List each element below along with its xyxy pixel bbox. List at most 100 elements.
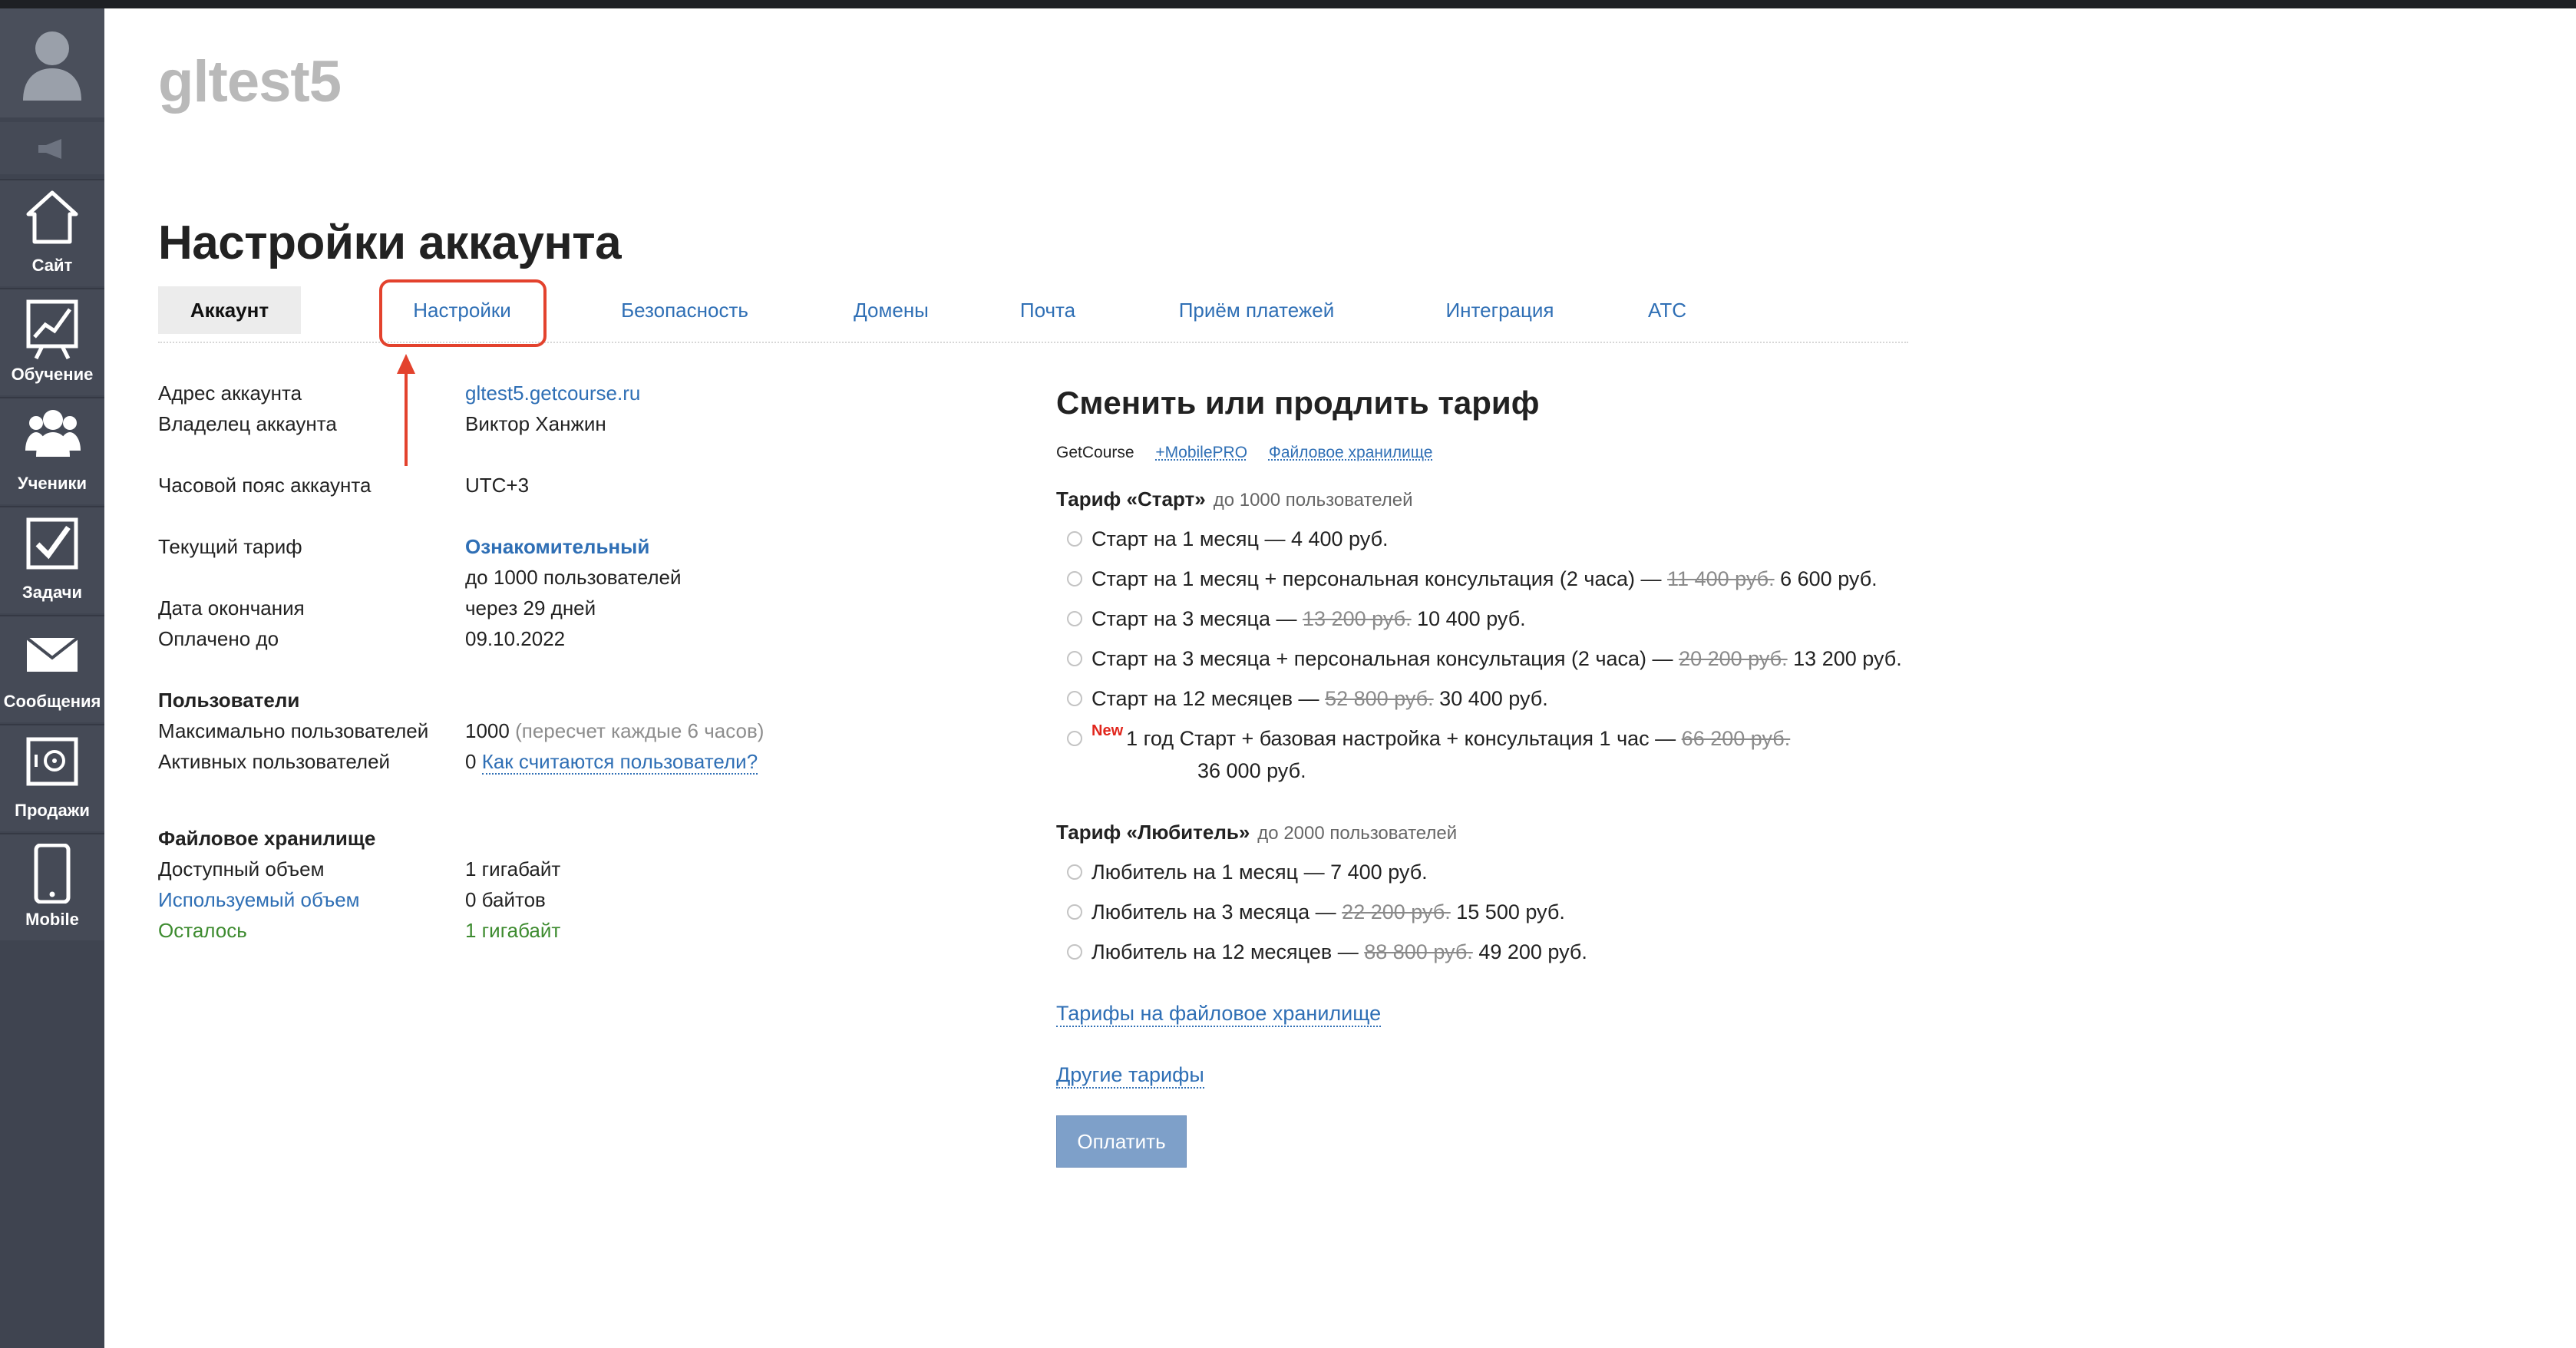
tab-account[interactable]: Аккаунт	[158, 286, 301, 334]
radio-button[interactable]	[1067, 943, 1082, 960]
used-storage-value: 0 байтов	[465, 888, 546, 911]
option-text: Старт на 3 месяца —	[1091, 607, 1297, 630]
special-new-price: 36 000 руб.	[1197, 759, 1306, 782]
tariff-option[interactable]: Старт на 1 месяц + персональная консульт…	[1067, 567, 1878, 591]
old-price: 66 200 руб.	[1681, 727, 1791, 750]
current-tariff-link[interactable]: Ознакомительный	[465, 535, 649, 559]
sidebar-item-label: Продажи	[15, 801, 90, 820]
tab-integration[interactable]: Интеграция	[1423, 286, 1577, 334]
sidebar-item-site[interactable]: Сайт	[0, 179, 104, 286]
end-date-value: через 29 дней	[465, 596, 596, 619]
category-getcourse[interactable]: GetCourse	[1056, 444, 1134, 461]
page-title: Настройки аккаунта	[158, 216, 622, 269]
other-tariffs-link[interactable]: Другие тарифы	[1056, 1063, 1204, 1089]
new-price: 10 400 руб.	[1417, 607, 1526, 630]
tab-payments[interactable]: Приём платежей	[1145, 286, 1368, 334]
pay-button[interactable]: Оплатить	[1056, 1115, 1187, 1168]
account-owner-label: Владелец аккаунта	[158, 412, 337, 435]
old-price: 88 800 руб.	[1364, 940, 1473, 963]
tab-domains[interactable]: Домены	[834, 286, 949, 334]
sidebar-item-label: Задачи	[22, 583, 82, 602]
file-storage-tariffs-link[interactable]: Тарифы на файловое хранилище	[1056, 1002, 1382, 1027]
max-users-note: (пересчет каждые 6 часов)	[515, 719, 765, 742]
radio-button[interactable]	[1067, 904, 1082, 920]
tariff-option-special[interactable]: New 1 год Старт + базовая настройка + кон…	[1067, 722, 1791, 751]
end-date-label: Дата окончания	[158, 596, 305, 619]
new-price: 6 600 руб.	[1780, 567, 1878, 590]
tariff-option[interactable]: Любитель на 12 месяцев — 88 800 руб. 49 …	[1067, 940, 1587, 964]
current-tariff-users: до 1000 пользователей	[465, 566, 682, 589]
sidebar-item-tasks[interactable]: Задачи	[0, 506, 104, 613]
tab-mail[interactable]: Почта	[1006, 286, 1090, 334]
sidebar-item-learning[interactable]: Обучение	[0, 288, 104, 395]
max-users-label: Максимально пользователей	[158, 719, 429, 742]
announcements-toggle[interactable]	[0, 122, 104, 174]
option-text: Старт на 3 месяца + персональная консуль…	[1091, 647, 1673, 670]
plan-amateur-heading: Тариф «Любитель» до 2000 пользователей	[1056, 821, 1457, 844]
tariff-option[interactable]: Старт на 3 месяца + персональная консуль…	[1067, 647, 1902, 671]
radio-button[interactable]	[1067, 610, 1082, 626]
old-price: 52 800 руб.	[1325, 687, 1434, 710]
paid-until-label: Оплачено до	[158, 627, 279, 650]
chart-icon	[26, 299, 78, 360]
safe-icon	[26, 737, 78, 786]
max-users-number: 1000	[465, 719, 510, 742]
tariff-option[interactable]: Старт на 12 месяцев — 52 800 руб. 30 400…	[1067, 687, 1548, 711]
megaphone-icon	[38, 139, 61, 159]
active-users-label: Активных пользователей	[158, 750, 391, 773]
plan-start-sub: до 1000 пользователей	[1213, 490, 1413, 510]
plan-amateur-name: Тариф «Любитель»	[1056, 821, 1250, 844]
main-content: gltest5 Настройки аккаунта Аккаунт Настр…	[104, 8, 2576, 1348]
tariff-categories: GetCourse +MobilePRO Файловое хранилище	[1056, 444, 1449, 462]
option-text: Любитель на 1 месяц — 7 400 руб.	[1091, 861, 1428, 884]
top-bar	[0, 0, 2576, 8]
tab-ats[interactable]: АТС	[1629, 286, 1706, 334]
old-price: 13 200 руб.	[1303, 607, 1412, 630]
radio-button[interactable]	[1067, 530, 1082, 547]
home-icon	[26, 190, 78, 244]
sidebar-item-students[interactable]: Ученики	[0, 397, 104, 504]
sidebar-item-messages[interactable]: Сообщения	[0, 615, 104, 722]
radio-button[interactable]	[1067, 864, 1082, 880]
envelope-icon	[25, 636, 79, 672]
timezone-value: UTC+3	[465, 474, 530, 497]
radio-button[interactable]	[1067, 650, 1082, 666]
users-icon	[25, 410, 81, 457]
active-users-number: 0	[465, 750, 477, 773]
tariff-option[interactable]: Старт на 3 месяца — 13 200 руб. 10 400 р…	[1067, 607, 1526, 631]
account-address-link[interactable]: gltest5.getcourse.ru	[465, 382, 640, 405]
category-file-storage[interactable]: Файловое хранилище	[1269, 444, 1433, 461]
used-storage-link[interactable]: Используемый объем	[158, 888, 360, 912]
plan-start-name: Тариф «Старт»	[1056, 487, 1206, 510]
storage-heading: Файловое хранилище	[158, 827, 376, 850]
tariff-option[interactable]: Старт на 1 месяц — 4 400 руб.	[1067, 527, 1389, 551]
sidebar-item-label: Ученики	[17, 474, 88, 493]
tariff-option[interactable]: Любитель на 3 месяца — 22 200 руб. 15 50…	[1067, 900, 1565, 924]
tab-security[interactable]: Безопасность	[593, 286, 777, 334]
old-price: 22 200 руб.	[1342, 900, 1451, 923]
option-text: Любитель на 12 месяцев —	[1091, 940, 1359, 963]
sidebar-item-mobile[interactable]: Mobile	[0, 833, 104, 940]
sidebar-item-sales[interactable]: Продажи	[0, 724, 104, 831]
available-storage-label: Доступный объем	[158, 857, 325, 880]
available-storage-value: 1 гигабайт	[465, 857, 561, 880]
radio-button[interactable]	[1067, 690, 1082, 706]
option-text: Любитель на 3 месяца —	[1091, 900, 1336, 923]
option-text: 1 год Старт + базовая настройка + консул…	[1126, 727, 1676, 750]
site-name: gltest5	[158, 49, 342, 114]
tariff-option[interactable]: Любитель на 1 месяц — 7 400 руб.	[1067, 861, 1428, 884]
plan-amateur-sub: до 2000 пользователей	[1257, 823, 1458, 844]
settings-tabs: Аккаунт Настройки Безопасность Домены По…	[158, 279, 1908, 347]
tariffs-title: Сменить или продлить тариф	[1056, 385, 1540, 421]
storage-left-value: 1 гигабайт	[465, 919, 561, 942]
category-mobilepro[interactable]: +MobilePRO	[1155, 444, 1247, 461]
radio-button[interactable]	[1067, 570, 1082, 586]
active-users-value: 0 Как считаются пользователи?	[465, 750, 758, 775]
user-avatar[interactable]	[0, 8, 104, 117]
storage-left-label: Осталось	[158, 919, 247, 942]
tab-settings-highlight	[379, 279, 547, 347]
radio-button[interactable]	[1067, 730, 1082, 746]
user-avatar-icon	[23, 31, 81, 101]
option-text: Старт на 1 месяц + персональная консульт…	[1091, 567, 1662, 590]
how-users-counted-link[interactable]: Как считаются пользователи?	[481, 750, 758, 775]
